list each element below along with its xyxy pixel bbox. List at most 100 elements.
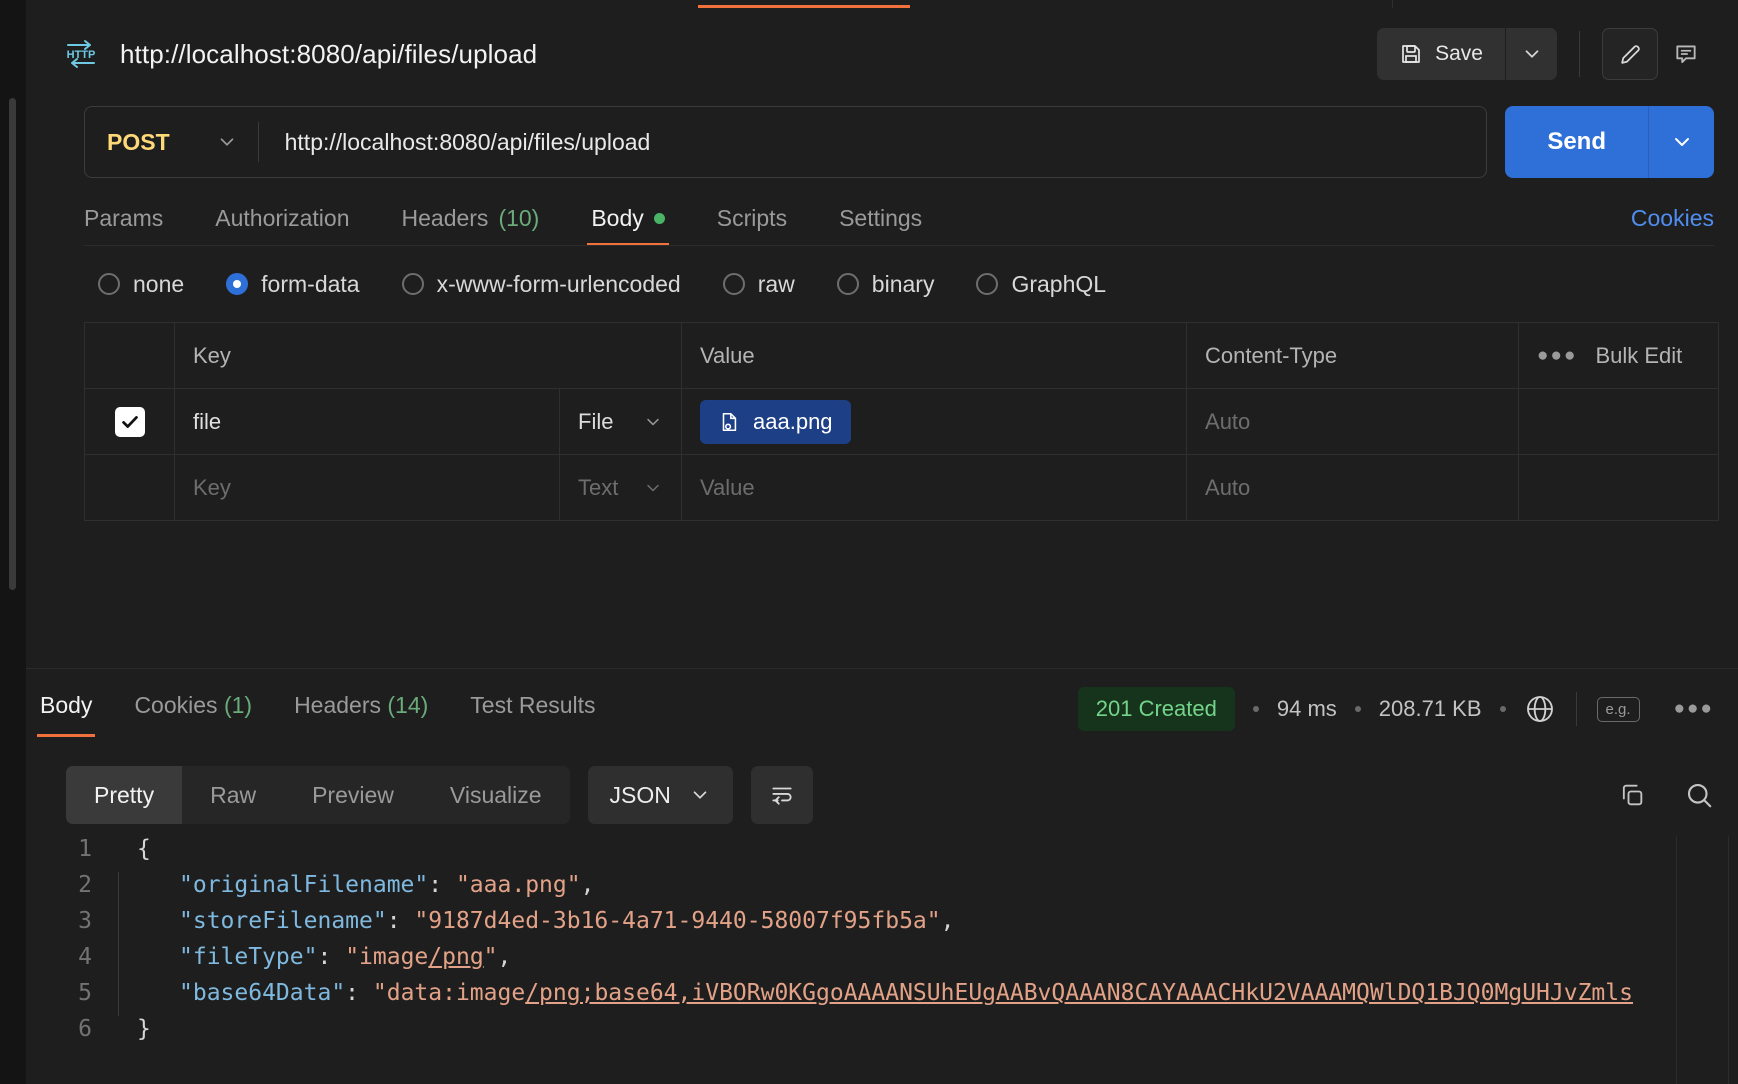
copy-icon[interactable] [1618,781,1646,809]
tab-body[interactable]: Body [587,205,670,246]
url-row: POST Send [26,100,1738,184]
table-header-row: Key Value Content-Type ●●● Bulk Edit [84,322,1720,389]
method-selector[interactable]: POST [85,107,258,177]
tabstrip-divider [1392,0,1393,8]
comment-button[interactable] [1658,28,1714,80]
send-options-button[interactable] [1648,106,1714,178]
left-rail [0,0,26,1084]
code-text: "base64Data": "data:image/png;base64,iVB… [119,980,1633,1006]
sidebar-scrollbar[interactable] [9,98,16,590]
th-content-type: Content-Type [1186,322,1520,389]
tab-authorization[interactable]: Authorization [215,205,349,246]
wrap-lines-button[interactable] [750,766,813,824]
tab-settings[interactable]: Settings [839,205,922,246]
form-data-table: Key Value Content-Type ●●● Bulk Edit fil… [84,322,1720,521]
save-options-button[interactable] [1505,28,1557,80]
view-mode-preview[interactable]: Preview [284,766,422,824]
row-content-type-cell[interactable]: Auto [1186,454,1520,521]
row-key-cell[interactable]: Key [174,454,560,521]
url-input[interactable] [258,128,1487,156]
send-button[interactable]: Send [1505,106,1648,178]
globe-icon[interactable] [1524,693,1556,725]
search-icon[interactable] [1684,780,1714,810]
example-icon[interactable]: e.g. [1596,696,1640,722]
body-type-form-data-label: form-data [261,270,360,297]
format-selector[interactable]: JSON [587,766,733,824]
cookies-link[interactable]: Cookies [1631,205,1714,246]
row-checkbox-cell[interactable] [84,454,175,521]
code-line: 5 "base64Data": "data:image/png;base64,iV… [26,980,1738,1016]
body-type-raw[interactable]: raw [722,270,795,298]
save-button-label: Save [1435,42,1483,65]
response-tab-cookies-label: Cookies [134,691,218,718]
view-mode-visualize[interactable]: Visualize [422,766,570,824]
chevron-down-icon [689,784,711,806]
response-tab-headers[interactable]: Headers (14) [294,692,428,727]
body-type-urlencoded-label: x-www-form-urlencoded [436,270,681,297]
code-token[interactable]: /png;base64,iVBORw0KGgoAAAANSUhEUgAABvQA… [525,980,1633,1006]
row-value-cell[interactable]: Value [681,454,1188,521]
form-data-table-wrap: Key Value Content-Type ●●● Bulk Edit fil… [26,322,1738,521]
body-type-none-label: none [133,270,185,297]
th-value: Value [681,322,1188,389]
body-type-raw-label: raw [757,270,795,297]
code-token: "data:image [372,980,526,1006]
line-number: 5 [78,980,92,1006]
row-content-type-placeholder: Auto [1205,474,1251,500]
request-tabs: Params Authorization Headers (10) Body S… [26,184,1738,246]
row-type-cell[interactable]: Text [558,454,683,521]
body-type-binary[interactable]: binary [836,271,934,298]
body-type-none[interactable]: none [98,271,184,298]
code-token: , [580,872,595,898]
tab-params[interactable]: Params [84,205,163,246]
radio-icon [836,273,859,295]
edit-request-button[interactable] [1602,28,1658,80]
file-image-icon [718,411,740,433]
row-value-cell[interactable]: aaa.png [681,388,1188,455]
file-chip[interactable]: aaa.png [700,399,851,444]
row-key-cell[interactable]: file [174,388,560,455]
code-token[interactable]: /png [428,944,483,970]
row-value-placeholder: Value [700,474,755,500]
code-line: 6} [26,1016,1738,1052]
code-token: "originalFilename" [179,872,429,898]
code-text: { [119,836,151,862]
body-type-urlencoded[interactable]: x-www-form-urlencoded [401,270,681,298]
code-token: "9187d4ed-3b16-4a71-9440-58007f95fb5a" [414,908,941,934]
row-actions-cell [1518,454,1720,521]
response-tab-cookies[interactable]: Cookies (1) [134,692,252,727]
http-icon: HTTP [64,37,98,71]
code-vertical-rule [1676,836,1677,1084]
row-type-cell[interactable]: File [558,388,683,455]
radio-icon [976,273,999,295]
tab-headers[interactable]: Headers (10) [402,205,540,246]
response-tab-body[interactable]: Body [36,692,96,737]
wrap-lines-icon [769,782,795,808]
ellipsis-icon[interactable]: ●●● [1537,345,1577,367]
code-token: : [428,872,456,898]
row-checkbox[interactable] [114,406,145,437]
code-token: "fileType" [179,944,318,970]
response-tab-headers-count: (14) [387,691,429,718]
ellipsis-icon[interactable]: ●●● [1674,698,1714,720]
chevron-down-icon [216,131,238,153]
view-mode-raw[interactable]: Raw [182,766,284,824]
response-body-code[interactable]: 1{2 "originalFilename": "aaa.png", 3 "store… [26,836,1738,1084]
save-button[interactable]: Save [1377,28,1505,80]
tab-scripts[interactable]: Scripts [717,205,787,246]
method-label: POST [107,128,170,155]
chevron-down-icon [1670,130,1694,154]
body-type-graphql[interactable]: GraphQL [976,271,1106,298]
row-content-type-cell[interactable]: Auto [1186,388,1520,455]
body-type-form-data[interactable]: form-data [226,270,360,298]
response-tab-test-results[interactable]: Test Results [470,692,595,727]
view-mode-pretty[interactable]: Pretty [66,766,183,824]
tab-settings-label: Settings [839,205,923,231]
bulk-edit-button[interactable]: Bulk Edit [1595,343,1682,369]
tab-headers-label: Headers [401,205,489,231]
meta-separator-dot [1252,706,1259,712]
pane-splitter[interactable] [26,668,1738,669]
code-line: 3 "storeFilename": "9187d4ed-3b16-4a71-94… [26,908,1738,944]
code-line: 1{ [26,836,1738,872]
code-token: , [497,944,512,970]
